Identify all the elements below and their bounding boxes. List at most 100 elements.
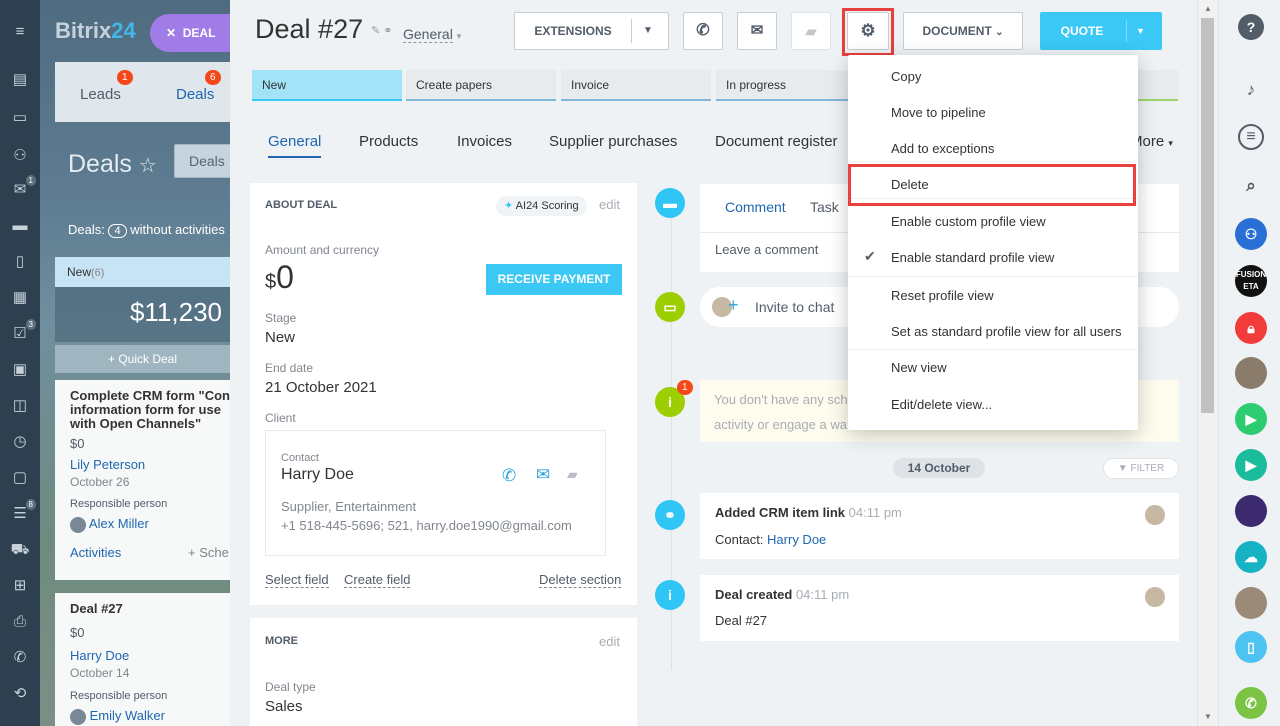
cart-icon[interactable]: ⛟ — [10, 540, 30, 560]
tab-invoices[interactable]: Invoices — [457, 133, 512, 150]
scroll-down-icon[interactable]: ▼ — [1204, 712, 1212, 721]
grid-icon[interactable]: ▤ — [10, 70, 30, 90]
scroll-thumb[interactable] — [1201, 18, 1214, 413]
card-schedule-link[interactable]: + Sche — [188, 545, 229, 560]
user-avatar-3[interactable] — [1235, 587, 1267, 619]
tab-document-register[interactable]: Document register — [715, 133, 838, 150]
chat-icon[interactable]: ▭ — [10, 108, 30, 128]
extensions-button[interactable]: EXTENSIONS ▼ — [514, 12, 669, 50]
edit-link[interactable]: edit — [599, 634, 620, 649]
kanban-card[interactable]: Complete CRM form "Con information form … — [55, 380, 230, 580]
video-call-icon[interactable]: ▶ — [1235, 403, 1267, 435]
count-suffix[interactable]: without activities — [130, 222, 225, 237]
user-avatar-1[interactable] — [1235, 357, 1267, 389]
edit-link[interactable]: edit — [599, 197, 620, 212]
fusion-avatar[interactable]: FUSION ETA — [1235, 265, 1267, 297]
calendar-icon[interactable]: ▦ — [10, 288, 30, 308]
stage-new[interactable]: New — [252, 70, 402, 101]
tab-general[interactable]: General — [268, 133, 322, 158]
menu-item-enable-custom-view[interactable]: Enable custom profile view — [891, 214, 1046, 229]
menu-item-copy[interactable]: Copy — [891, 69, 921, 84]
document-button[interactable]: DOCUMENT ⌄ — [903, 12, 1023, 50]
window-icon[interactable]: ▢ — [10, 468, 30, 488]
menu-item-reset-view[interactable]: Reset profile view — [891, 288, 994, 303]
phone-icon[interactable]: ✆ — [10, 648, 30, 668]
item-time: 04:11 pm — [848, 505, 902, 520]
card-title[interactable]: Complete CRM form "Con information form … — [70, 389, 230, 432]
contact-card-icon[interactable]: ▣ — [10, 360, 30, 380]
help-icon[interactable]: ? — [1238, 14, 1264, 40]
scrollbar[interactable]: ▲ ▼ — [1197, 0, 1217, 726]
clock-icon[interactable]: ◷ — [10, 432, 30, 452]
card-title[interactable]: Deal #27 — [70, 602, 230, 616]
envelope-icon[interactable]: ✉ — [536, 465, 550, 485]
card-activities-link[interactable]: Activities — [70, 545, 121, 560]
mobile-icon[interactable]: ▯ — [1235, 631, 1267, 663]
apps-icon[interactable]: ⊞ — [10, 576, 30, 596]
printer-icon[interactable]: ⎙ — [10, 612, 30, 632]
card-resp-name[interactable]: Alex Miller — [89, 516, 149, 531]
call-button[interactable]: ✆ — [683, 12, 723, 50]
edit-title-icon[interactable]: ✎ ⚭ — [371, 24, 393, 37]
select-field-link[interactable]: Select field — [265, 572, 329, 588]
stage-invoice[interactable]: Invoice — [561, 70, 711, 101]
card-resp-name[interactable]: Emily Walker — [90, 708, 165, 723]
group-chat-icon[interactable]: ⚇ — [1235, 218, 1267, 250]
category-select[interactable]: General ▾ — [403, 26, 461, 43]
tab-task[interactable]: Task — [810, 199, 839, 215]
star-icon[interactable]: ☆ — [139, 155, 157, 177]
task-icon[interactable]: ☑ 3 — [10, 319, 36, 344]
stage-in-progress[interactable]: In progress — [716, 70, 866, 101]
sync-icon[interactable]: ⟲ — [10, 684, 30, 704]
menu-item-enable-standard-view[interactable]: Enable standard profile view — [891, 250, 1054, 265]
menu-item-edit-delete-view[interactable]: Edit/delete view... — [891, 397, 992, 412]
menu-item-add-to-exceptions[interactable]: Add to exceptions — [891, 141, 994, 156]
phone-icon[interactable]: ✆ — [502, 466, 516, 486]
menu-item-set-standard-view[interactable]: Set as standard profile view for all use… — [891, 324, 1122, 339]
quick-deal-button[interactable]: + Quick Deal — [55, 345, 230, 373]
deals-view-button[interactable]: Deals — [174, 144, 234, 178]
inbox-icon[interactable]: ▬ — [10, 216, 30, 236]
document-icon[interactable]: ▯ — [10, 252, 30, 272]
filter-button[interactable]: ▼ FILTER — [1103, 458, 1179, 479]
chat-button[interactable]: ▰ — [791, 12, 831, 50]
quote-button[interactable]: QUOTE ▼ — [1040, 12, 1162, 50]
chat-bubble-icon[interactable]: ▰ — [567, 466, 578, 483]
email-button[interactable]: ✉ — [737, 12, 777, 50]
group-icon[interactable]: ⚇ — [10, 146, 30, 166]
comment-input[interactable]: Leave a comment — [715, 242, 818, 257]
filter-icon[interactable]: ☰ 8 — [10, 499, 36, 524]
kanban-card[interactable]: Deal #27 $0 Harry Doe October 14 Respons… — [55, 593, 230, 726]
count-value[interactable]: 4 — [108, 224, 127, 238]
receive-payment-button[interactable]: RECEIVE PAYMENT — [486, 264, 622, 295]
card-client[interactable]: Harry Doe — [70, 648, 230, 663]
ai-scoring-badge[interactable]: ✦ AI24 Scoring — [496, 196, 587, 216]
scroll-up-icon[interactable]: ▲ — [1204, 4, 1212, 13]
user-avatar-2[interactable] — [1235, 495, 1267, 527]
tab-deals[interactable]: Deals — [176, 86, 214, 103]
delete-section-link[interactable]: Delete section — [539, 572, 622, 588]
tab-products[interactable]: Products — [359, 133, 418, 150]
contact-name[interactable]: Harry Doe — [281, 466, 354, 484]
tab-supplier-purchases[interactable]: Supplier purchases — [549, 133, 677, 150]
mail-icon[interactable]: ✉ 1 — [10, 175, 36, 200]
chat-list-icon[interactable]: ≡ — [1238, 124, 1264, 150]
phone-call-icon[interactable]: ✆ — [1235, 687, 1267, 719]
stage-create-papers[interactable]: Create papers — [406, 70, 556, 101]
tab-leads[interactable]: Leads — [80, 86, 121, 103]
card-resp[interactable]: Alex Miller — [70, 516, 230, 533]
video-icon-2[interactable]: ▶ — [1235, 449, 1267, 481]
menu-item-new-view[interactable]: New view — [891, 360, 947, 375]
lock-icon[interactable]: 🔒︎ — [1235, 312, 1267, 344]
cloud-icon[interactable]: ☁ — [1235, 541, 1267, 573]
item-link[interactable]: Harry Doe — [767, 532, 826, 547]
card-resp[interactable]: Emily Walker — [70, 708, 230, 725]
feed-icon[interactable]: ◫ — [10, 396, 30, 416]
card-client[interactable]: Lily Peterson — [70, 457, 230, 472]
bell-icon[interactable]: ♪ — [1235, 74, 1267, 106]
create-field-link[interactable]: Create field — [344, 572, 411, 588]
search-icon[interactable]: ⌕ — [1235, 170, 1267, 202]
menu-icon[interactable]: ≡ — [10, 22, 30, 42]
menu-item-move-to-pipeline[interactable]: Move to pipeline — [891, 105, 986, 120]
tab-comment[interactable]: Comment — [725, 199, 786, 215]
